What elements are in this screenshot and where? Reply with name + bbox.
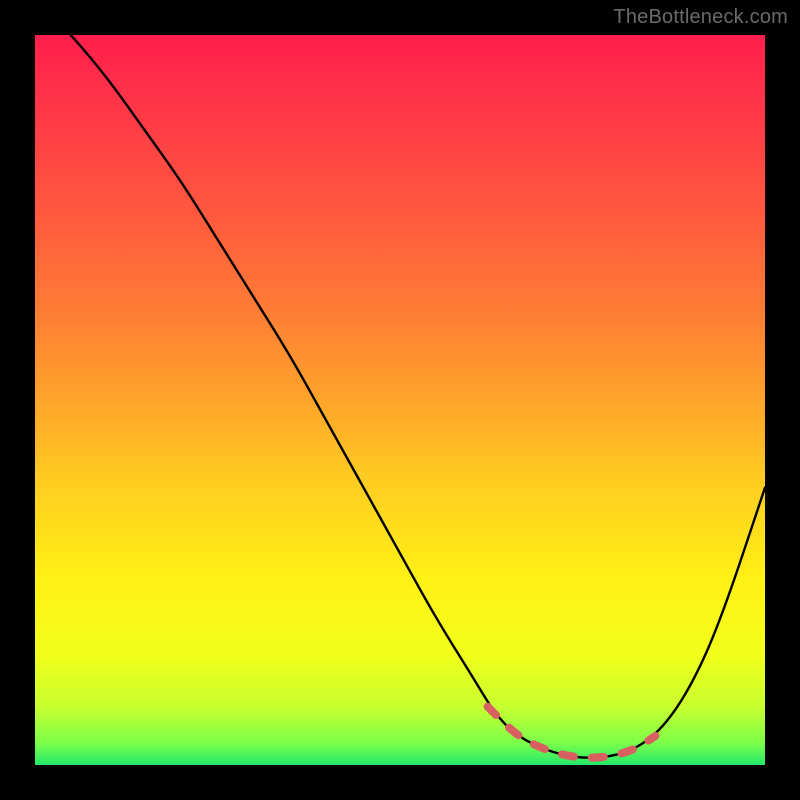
watermark-text: TheBottleneck.com (613, 6, 788, 29)
plot-area (35, 35, 765, 765)
chart-frame: TheBottleneck.com (0, 0, 800, 800)
gradient-background (35, 35, 765, 765)
plot-svg (35, 35, 765, 765)
